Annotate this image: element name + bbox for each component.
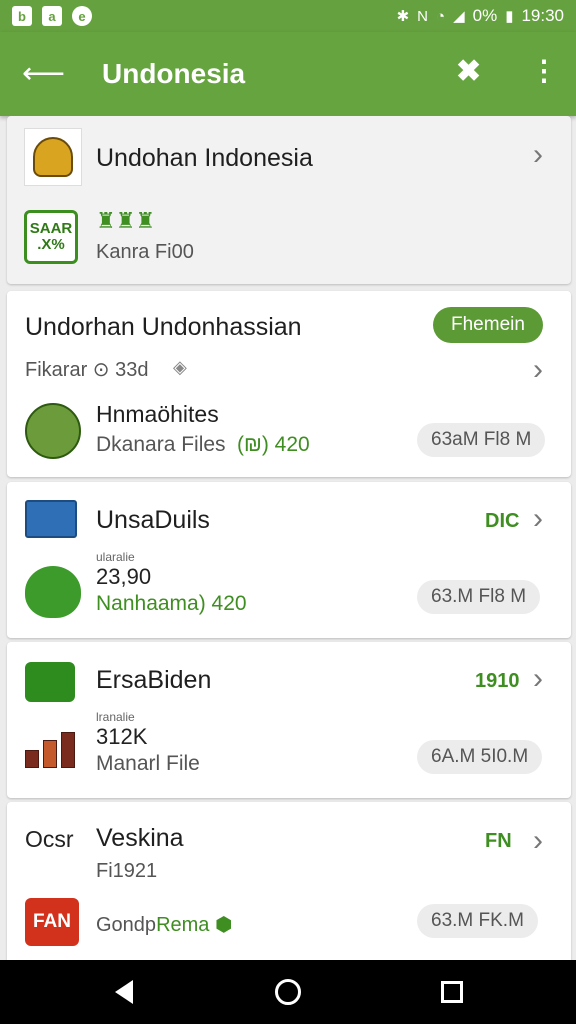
bricks-icon	[25, 732, 77, 776]
app-badge-icon: FAN	[25, 898, 79, 946]
battery-percent: 0%	[472, 6, 498, 25]
signal-icon: ◢	[453, 8, 465, 25]
item-subtitle: Nanhaama) 420	[96, 592, 247, 615]
item-subtitle: Kanra Fi00	[96, 241, 194, 263]
item-title: ErsaBiden	[96, 666, 212, 694]
shield-icon: ◈	[173, 357, 187, 377]
chevron-right-icon[interactable]: ›	[533, 664, 543, 694]
notification-b-icon: b	[12, 6, 32, 26]
status-badge[interactable]: Fhemein	[433, 307, 543, 343]
item-title: Undohan Indonesia	[96, 144, 313, 172]
nav-back-button[interactable]	[104, 974, 144, 1010]
app-bar: ⟵ Undonesia ✖ ⋮	[0, 32, 576, 116]
app-badge-text: FAN	[33, 911, 71, 932]
item-label-gray: Gondp	[96, 914, 157, 936]
list-item[interactable]: Undohan Indonesia › SAAR .X% ♜♜♜ Kanra F…	[7, 116, 571, 284]
nav-recents-icon	[441, 981, 463, 1003]
app-logo-text: SAAR .X%	[29, 219, 73, 253]
nav-home-button[interactable]	[268, 974, 308, 1010]
app-logo-icon	[25, 662, 75, 702]
item-title: Undorhan Undonhassian	[25, 313, 302, 341]
size-pill[interactable]: 6A.M 5I0.M	[417, 740, 543, 774]
content-list: Undohan Indonesia › SAAR .X% ♜♜♜ Kanra F…	[0, 116, 576, 960]
tools-icon[interactable]: ✖	[456, 54, 481, 89]
item-value: 23,90	[96, 564, 152, 589]
list-item[interactable]: Undorhan Undonhassian Fhemein Fikarar ⊙ …	[7, 291, 571, 477]
indonesia-emblem-icon	[24, 128, 82, 186]
nfc-icon: N	[417, 7, 428, 25]
overflow-menu-icon[interactable]: ⋮	[530, 54, 558, 87]
item-small-label: lranalie	[96, 710, 135, 724]
nav-home-icon	[275, 979, 301, 1005]
size-pill[interactable]: 63.M Fl8 M	[417, 580, 541, 614]
item-tag: FN	[485, 830, 512, 852]
nav-back-icon	[115, 980, 133, 1004]
item-label: GondpRema ⬢	[96, 912, 232, 937]
chevron-right-icon[interactable]: ›	[533, 140, 543, 170]
bluetooth-icon: ✱	[396, 8, 410, 25]
back-arrow-icon[interactable]: ⟵	[22, 59, 65, 89]
list-item[interactable]: Ocsr Veskina FN › Fi1921 FAN GondpRema ⬢…	[7, 802, 571, 960]
item-subtitle: Manarl File	[96, 752, 200, 775]
item-subtitle: Fi1921	[96, 860, 158, 882]
size-pill[interactable]: 63aM Fl8 M	[417, 423, 546, 457]
navigation-bar	[0, 960, 576, 1024]
size-pill[interactable]: 63.M FK.M	[417, 904, 538, 938]
app-logo-icon: SAAR .X%	[24, 210, 78, 264]
notification-e-icon: e	[72, 6, 92, 26]
verified-icon: ⬢	[214, 914, 233, 936]
item-tag: DIC	[485, 510, 520, 532]
item-files-label: Dkanara Files	[96, 433, 226, 456]
status-bar: b a e ✱ N ◔ ◢ 0% ▮ 19:30	[0, 0, 576, 32]
wifi-icon: ◔	[436, 7, 446, 25]
item-label-green: Rema	[156, 914, 210, 936]
clock: 19:30	[521, 6, 564, 25]
item-title: UnsaDuils	[96, 506, 210, 534]
list-item[interactable]: ErsaBiden 1910 › lranalie 312K Manarl Fi…	[7, 642, 571, 798]
item-meta: Fikarar ⊙ 33d	[25, 359, 149, 381]
status-indicators: ✱ N ◔ ◢ 0% ▮ 19:30	[397, 6, 564, 26]
people-icon: ♜♜♜	[96, 208, 156, 233]
app-title: Undonesia	[102, 58, 246, 89]
app-thumbnail-icon	[25, 500, 77, 538]
item-value: 312K	[96, 724, 148, 749]
list-item[interactable]: UnsaDuils DIC › ularalie 23,90 Nanhaama)…	[7, 482, 571, 638]
file-count: (₪) 420	[237, 433, 310, 457]
chevron-right-icon[interactable]: ›	[533, 355, 543, 385]
leaf-icon	[25, 566, 81, 618]
chevron-right-icon[interactable]: ›	[533, 826, 543, 856]
files-icon: (₪)	[237, 433, 269, 456]
item-tag: 1910	[475, 670, 520, 692]
item-subtitle: Hnmaöhites	[96, 401, 219, 427]
app-text-logo: Ocsr	[25, 826, 74, 852]
battery-icon: ▮	[505, 8, 514, 25]
chevron-right-icon[interactable]: ›	[533, 504, 543, 534]
file-count-value: 420	[274, 433, 310, 456]
notification-lock-icon: a	[42, 6, 62, 26]
avatar	[25, 403, 81, 459]
item-title: Veskina	[96, 824, 184, 852]
item-small-label: ularalie	[96, 550, 135, 564]
nav-recents-button[interactable]	[432, 974, 472, 1010]
status-notifications: b a e	[12, 6, 92, 26]
